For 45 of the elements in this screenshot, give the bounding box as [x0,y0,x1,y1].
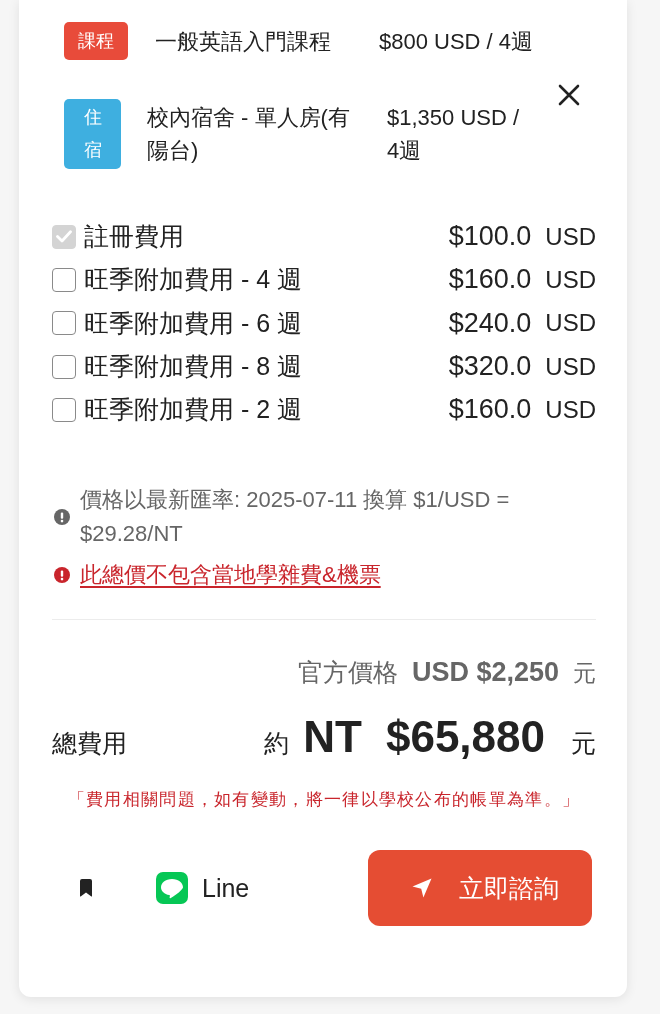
checkbox[interactable] [52,267,76,292]
currency-label: USD [545,309,596,338]
fee-amount: $100.0 [448,221,532,253]
total-label: 總費用 [52,728,127,760]
currency-label: USD [545,265,596,294]
fee-label: 旺季附加費用 - 6 週 [84,307,303,339]
checkbox[interactable] [52,354,76,379]
notice-link[interactable]: 此總價不包含當地學雜費&機票 [80,558,381,593]
alert-icon [54,567,70,584]
line-link[interactable]: Line [156,872,250,905]
chat-bubble-icon [156,872,188,905]
course-name: 一般英語入門課程 [155,27,332,56]
currency-label: USD [545,352,596,381]
currency-label: NT [303,711,362,764]
fee-label: 旺季附加費用 - 2 週 [84,394,303,426]
note-text: 價格以最新匯率: 2025-07-11 換算 $1/USD = $29.28/NT [80,486,511,549]
total-amount: $65,880 [385,711,545,764]
price-label: 官方價格 [297,657,398,689]
send-icon [411,878,432,899]
category-tag: 住宿 [64,99,121,169]
consult-button[interactable]: 立即諮詢 [368,850,592,927]
currency-label: USD [545,395,596,424]
fee-label: 註冊費用 [84,221,184,253]
fee-label: 旺季附加費用 - 8 週 [84,351,303,383]
check-icon [56,230,72,244]
checkbox[interactable] [52,397,76,422]
official-price: USD $2,250 [411,656,559,690]
course-price: $1,350 USD / 4週 [387,104,521,165]
disclaimer-text: 「費用相關問題，如有變動，將一律以學校公布的帳單為準。」 [67,789,581,812]
checkbox[interactable] [52,311,76,336]
fee-amount: $240.0 [448,307,532,339]
bookmark-icon[interactable] [80,879,92,898]
currency-label: USD [545,222,596,251]
unit-label: 元 [573,659,596,689]
course-price: $800 USD / 4週 [379,27,535,56]
approx-label: 約 [264,728,290,760]
unit-label: 元 [571,728,596,760]
category-tag: 課程 [64,22,128,60]
fee-amount: $160.0 [448,394,532,426]
fee-label: 旺季附加費用 - 4 週 [84,264,303,296]
course-name: 校內宿舍 - 單人房(有陽台) [147,104,351,165]
close-icon[interactable] [558,84,580,106]
info-icon [54,509,70,526]
fee-amount: $160.0 [448,264,532,296]
fee-amount: $320.0 [448,351,532,383]
